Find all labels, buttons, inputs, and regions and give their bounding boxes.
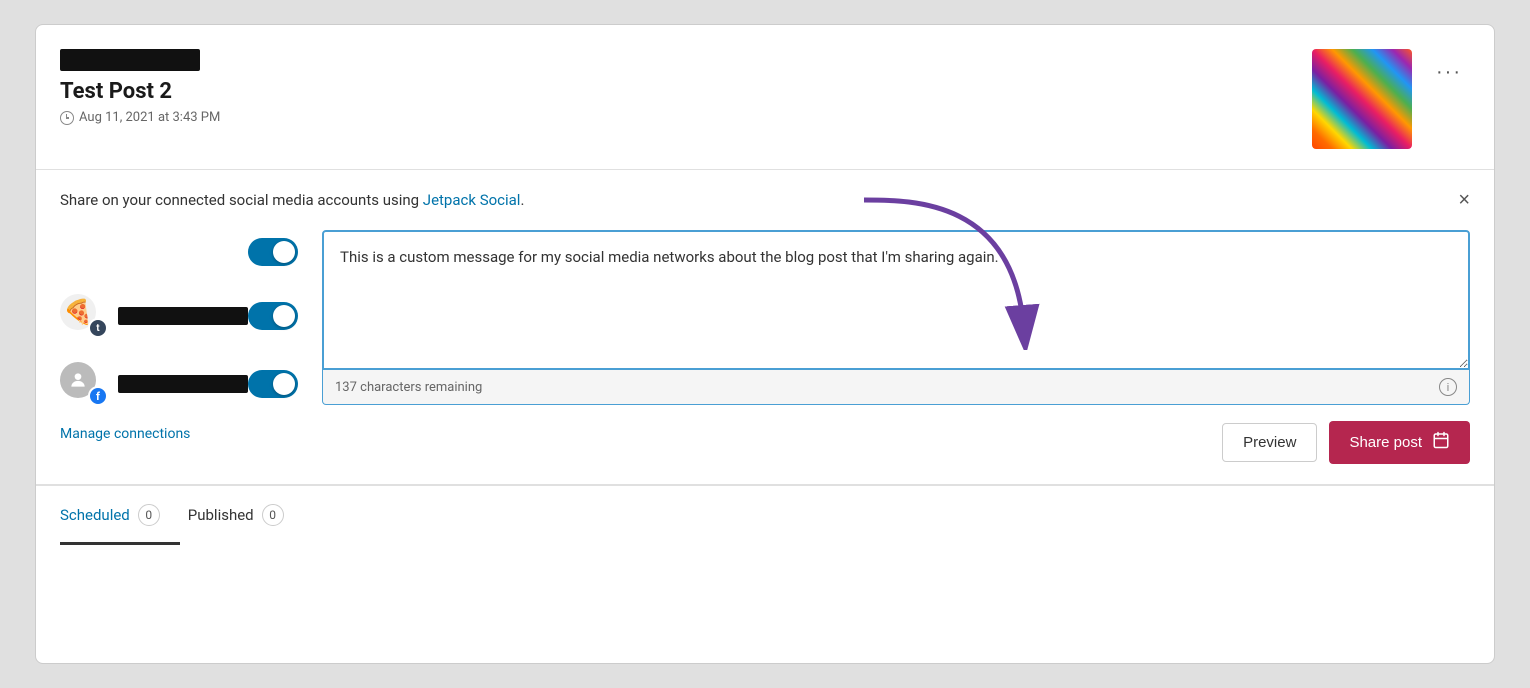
top-toggle-row	[60, 230, 298, 282]
jetpack-social-link[interactable]: Jetpack Social	[423, 191, 521, 209]
share-desc-prefix: Share on your connected social media acc…	[60, 191, 423, 209]
share-description: Share on your connected social media acc…	[60, 191, 524, 209]
tab-scheduled-badge: 0	[138, 504, 160, 526]
tab-published-label: Published	[188, 506, 254, 524]
facebook-name-redacted	[118, 375, 248, 393]
post-thumbnail	[1312, 49, 1412, 149]
info-icon[interactable]: i	[1439, 378, 1457, 396]
message-panel: This is a custom message for my social m…	[322, 230, 1470, 464]
facebook-badge: f	[88, 386, 108, 406]
top-toggle[interactable]	[248, 238, 298, 266]
facebook-badge-label: f	[96, 390, 100, 403]
facebook-connection-row: f	[60, 350, 298, 418]
preview-button[interactable]: Preview	[1222, 423, 1317, 462]
tumblr-pizza-icon: 🍕	[63, 298, 93, 326]
thumbnail-image	[1312, 49, 1412, 149]
card-header: Test Post 2 Aug 11, 2021 at 3:43 PM ···	[36, 25, 1494, 170]
tumblr-connection-info: 🍕 t	[60, 294, 248, 338]
tumblr-connection-row: 🍕 t	[60, 282, 298, 350]
clock-icon	[60, 111, 74, 125]
facebook-avatar-stack: f	[60, 362, 108, 406]
char-count-bar: 137 characters remaining i	[322, 370, 1470, 405]
share-body: 🍕 t	[60, 230, 1470, 464]
facebook-toggle-slider	[248, 370, 298, 398]
tab-published-count: 0	[269, 508, 276, 522]
more-options-button[interactable]: ···	[1428, 57, 1470, 88]
tumblr-toggle[interactable]	[248, 302, 298, 330]
action-buttons: Preview Share post	[322, 421, 1470, 464]
message-textarea[interactable]: This is a custom message for my social m…	[322, 230, 1470, 370]
tumblr-toggle-slider	[248, 302, 298, 330]
post-title: Test Post 2	[60, 79, 220, 104]
manage-connections-link[interactable]: Manage connections	[60, 426, 298, 442]
header-right: ···	[1312, 49, 1470, 149]
facebook-connection-info: f	[60, 362, 248, 406]
main-card: Test Post 2 Aug 11, 2021 at 3:43 PM ···	[35, 24, 1495, 664]
tab-published-badge: 0	[262, 504, 284, 526]
person-icon	[68, 370, 88, 390]
card-footer: Scheduled 0 Published 0	[36, 485, 1494, 545]
header-left: Test Post 2 Aug 11, 2021 at 3:43 PM	[60, 49, 220, 125]
tab-scheduled-count: 0	[145, 508, 152, 522]
date-text: Aug 11, 2021 at 3:43 PM	[79, 110, 220, 125]
share-post-label: Share post	[1349, 434, 1422, 451]
share-header: Share on your connected social media acc…	[60, 190, 1470, 210]
tumblr-badge: t	[88, 318, 108, 338]
tumblr-name-redacted	[118, 307, 248, 325]
share-post-button[interactable]: Share post	[1329, 421, 1470, 464]
toggle-slider-top	[248, 238, 298, 266]
tab-scheduled[interactable]: Scheduled 0	[60, 486, 180, 545]
title-redacted-bar	[60, 49, 200, 71]
tumblr-avatar-stack: 🍕 t	[60, 294, 108, 338]
close-button[interactable]: ×	[1458, 190, 1470, 210]
tab-published[interactable]: Published 0	[188, 486, 304, 545]
share-section: Share on your connected social media acc…	[36, 170, 1494, 485]
tab-scheduled-label: Scheduled	[60, 506, 130, 524]
share-desc-suffix: .	[520, 191, 524, 209]
post-date: Aug 11, 2021 at 3:43 PM	[60, 110, 220, 125]
connections-panel: 🍕 t	[60, 230, 298, 464]
char-count-text: 137 characters remaining	[335, 380, 482, 395]
calendar-icon	[1432, 431, 1450, 454]
facebook-toggle[interactable]	[248, 370, 298, 398]
tumblr-badge-label: t	[96, 323, 99, 334]
